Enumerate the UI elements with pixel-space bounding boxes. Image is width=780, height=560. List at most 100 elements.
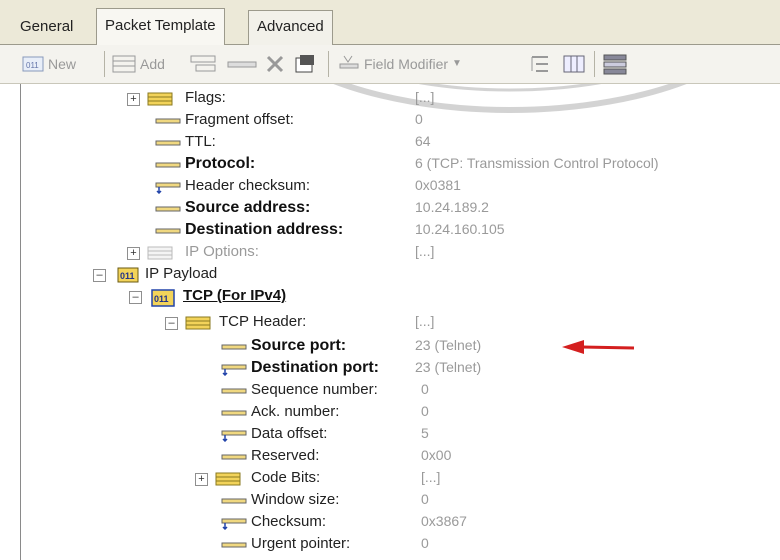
field-icon	[221, 344, 247, 350]
tree-row-value: 0x0381	[415, 177, 461, 193]
tree-row-value: 10.24.189.2	[415, 199, 489, 215]
columns-icon	[563, 55, 585, 73]
field-icon	[155, 140, 181, 146]
tree-row-label: Flags:	[185, 89, 226, 106]
expand-icon[interactable]: +	[195, 473, 208, 486]
tree-row-ack-number[interactable]: Ack. number: 0	[21, 402, 780, 424]
tree-row-destination-port[interactable]: Destination port: 23 (Telnet)	[21, 358, 780, 380]
tree-row-value: [...]	[415, 89, 435, 105]
tree-row-flags[interactable]: + Flags: [...]	[21, 88, 780, 110]
tree-row-label: Destination port:	[251, 359, 379, 376]
left-gutter	[0, 84, 20, 560]
field-bar-button[interactable]	[226, 52, 258, 76]
tree-row-sequence-number[interactable]: Sequence number: 0	[21, 380, 780, 402]
protocol-icon: 011	[151, 289, 175, 307]
tree-row-value: 0x3867	[421, 513, 467, 529]
add-field-icon	[112, 55, 136, 73]
field-icon	[221, 542, 247, 548]
tree-row-label: IP Options:	[185, 243, 259, 260]
collapse-icon[interactable]: –	[93, 269, 106, 282]
insert-field-icon	[190, 55, 216, 72]
tree-row-value: [...]	[421, 469, 441, 485]
tree-row-label: TTL:	[185, 133, 216, 150]
field-icon	[221, 454, 247, 460]
tree-row-value: 6 (TCP: Transmission Control Protocol)	[415, 155, 659, 171]
tab-general[interactable]: General	[12, 12, 81, 42]
tree-row-value: [...]	[415, 313, 435, 329]
tree-row-label: TCP Header:	[219, 313, 307, 330]
expand-icon[interactable]: +	[127, 93, 140, 106]
tree-view-button[interactable]	[528, 52, 552, 76]
tree-row-label: Protocol:	[185, 155, 256, 172]
tree-row-label: Ack. number:	[251, 403, 340, 420]
tree-row-label: Checksum:	[251, 513, 327, 530]
svg-text:011: 011	[26, 61, 39, 70]
add-button[interactable]: Add	[112, 52, 165, 76]
tree-row-checksum[interactable]: Checksum: 0x3867	[21, 512, 780, 534]
field-modifier-label: Field Modifier	[364, 56, 449, 72]
tree-row-fragment-offset[interactable]: Fragment offset: 0	[21, 110, 780, 132]
tree-row-value: 64	[415, 133, 431, 149]
rows-icon	[603, 54, 627, 75]
field-group-icon	[147, 92, 173, 106]
tree-row-value: 23 (Telnet)	[415, 359, 482, 375]
tree-row-source-address[interactable]: Source address: 10.24.189.2	[21, 198, 780, 220]
tree-row-value: 0	[421, 491, 429, 507]
tree-row-data-offset[interactable]: Data offset: 5	[21, 424, 780, 446]
insert-field-button[interactable]	[190, 52, 216, 76]
tree-row-label: Source port:	[251, 337, 347, 354]
tree-row-label: Urgent pointer:	[251, 535, 351, 552]
new-template-icon: 011	[22, 56, 44, 72]
new-button[interactable]: 011 New	[22, 52, 76, 76]
field-icon	[221, 388, 247, 394]
tab-advanced[interactable]: Advanced	[248, 10, 333, 45]
tab-packet-template[interactable]: Packet Template	[96, 8, 225, 45]
field-icon	[221, 410, 247, 416]
tree-row-value: 23 (Telnet)	[415, 337, 482, 353]
tree-row-value: 0	[421, 403, 429, 419]
svg-text:011: 011	[120, 271, 135, 281]
tree-row-protocol[interactable]: Protocol: 6 (TCP: Transmission Control P…	[21, 154, 780, 176]
tree-row-code-bits[interactable]: + Code Bits: [...]	[21, 468, 780, 490]
tree-row-label: IP Payload	[145, 265, 218, 282]
tree-row-label: Data offset:	[251, 425, 328, 442]
tree-row-value: [...]	[415, 243, 435, 259]
tree-row-value: 5	[421, 425, 429, 441]
tree-row-value: 0	[415, 111, 423, 127]
tree-row-destination-address[interactable]: Destination address: 10.24.160.105	[21, 220, 780, 242]
tree-row-header-checksum[interactable]: Header checksum: 0x0381	[21, 176, 780, 198]
field-icon	[155, 162, 181, 168]
tree-row-value: 0x00	[421, 447, 452, 463]
tree-row-tcp-header[interactable]: – TCP Header: [...]	[21, 312, 780, 334]
delete-button[interactable]	[264, 52, 286, 76]
tree-row-label: Sequence number:	[251, 381, 378, 398]
tree-row-label: Code Bits:	[251, 469, 321, 486]
tree-row-ip-options[interactable]: + IP Options: [...]	[21, 242, 780, 264]
new-button-label: New	[48, 56, 77, 72]
tab-bar: General Packet Template Advanced	[0, 0, 780, 45]
field-modifier-button[interactable]: Field Modifier ▼	[338, 52, 462, 76]
properties-button[interactable]	[294, 52, 316, 76]
collapse-icon[interactable]: –	[165, 317, 178, 330]
rows-button[interactable]	[602, 52, 628, 76]
field-bar-icon	[227, 61, 257, 68]
add-button-label: Add	[140, 56, 165, 72]
computed-field-icon	[221, 364, 247, 376]
computed-field-icon	[221, 430, 247, 442]
packet-tree: + Flags: [...] Fragment offset: 0 TTL: 6…	[20, 84, 780, 560]
expand-icon[interactable]: +	[127, 247, 140, 260]
tree-row-window-size[interactable]: Window size: 0	[21, 490, 780, 512]
tree-row-ip-payload[interactable]: – 011 IP Payload	[21, 264, 780, 286]
tree-row-source-port[interactable]: Source port: 23 (Telnet)	[21, 336, 780, 358]
collapse-icon[interactable]: –	[129, 291, 142, 304]
tree-row-ttl[interactable]: TTL: 64	[21, 132, 780, 154]
field-group-icon	[185, 316, 211, 330]
tree-row-reserved[interactable]: Reserved: 0x00	[21, 446, 780, 468]
tree-row-urgent-pointer[interactable]: Urgent pointer: 0	[21, 534, 780, 556]
tree-view-icon	[531, 56, 548, 72]
columns-button[interactable]	[562, 52, 586, 76]
field-icon	[155, 228, 181, 234]
tree-row-label: Fragment offset:	[185, 111, 294, 128]
tree-row-tcp[interactable]: – 011 TCP (For IPv4)	[21, 286, 780, 308]
tree-row-label: Source address:	[185, 199, 311, 216]
